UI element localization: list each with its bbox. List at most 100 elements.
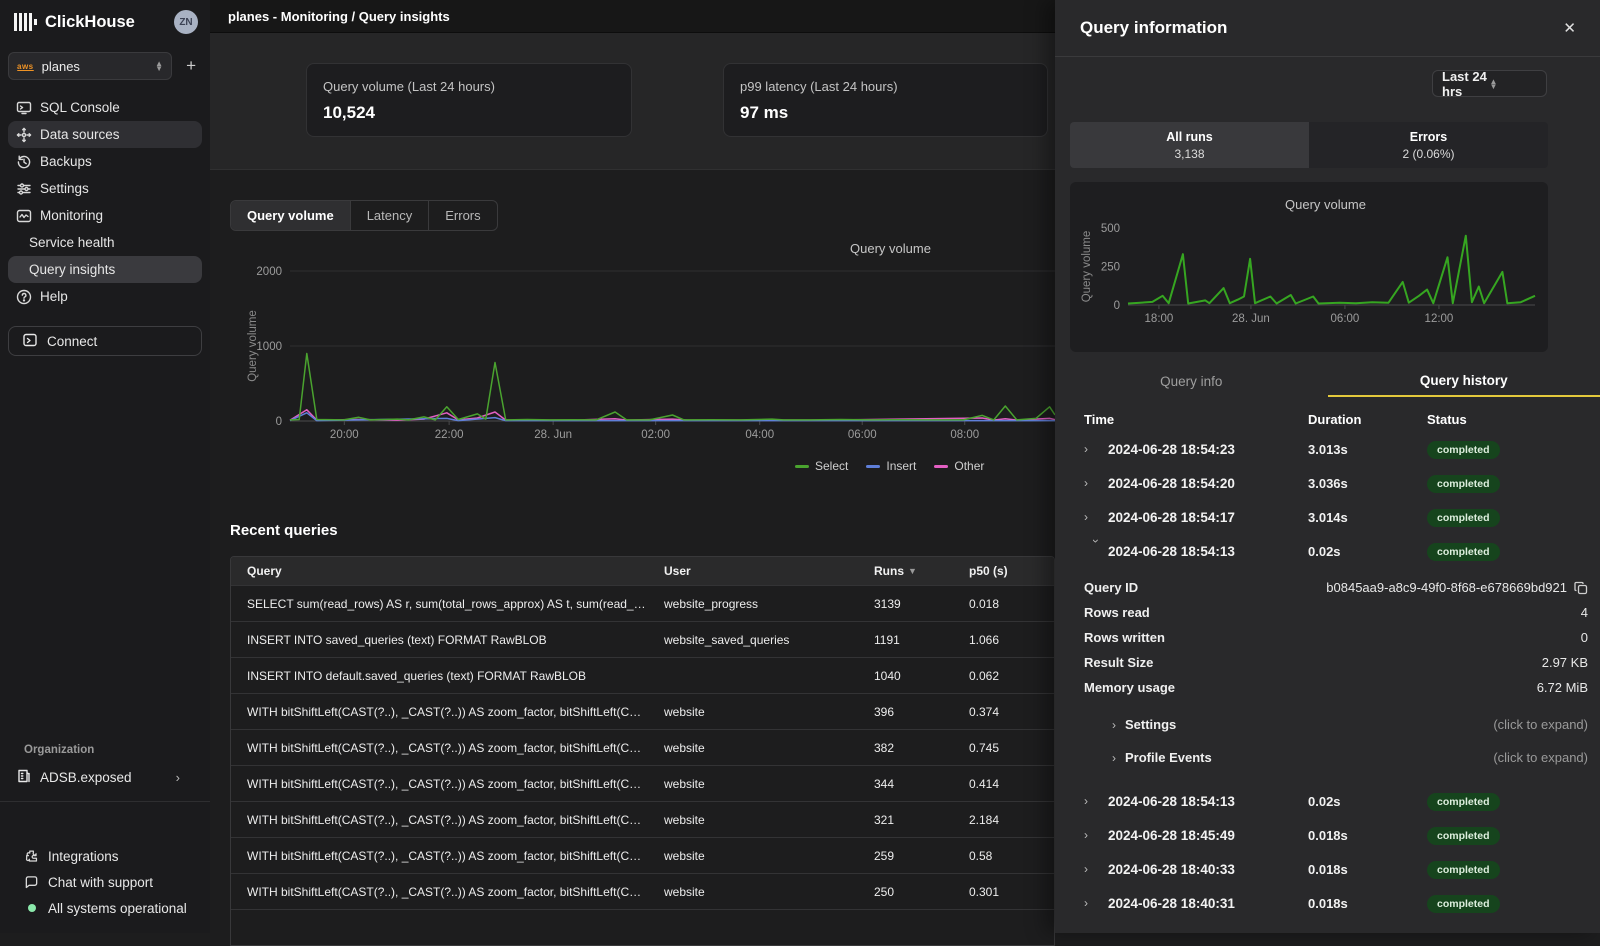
- sidebar: ClickHouse ZN aws planes ▲▼ + SQL Consol…: [0, 0, 210, 933]
- service-selector[interactable]: aws planes ▲▼: [8, 52, 172, 80]
- tab-errors[interactable]: Errors: [428, 201, 496, 230]
- tab-latency[interactable]: Latency: [350, 201, 429, 230]
- tab-query-info[interactable]: Query info: [1055, 366, 1328, 397]
- caret-down-icon[interactable]: ›: [1089, 539, 1103, 563]
- stat-label: Query volume (Last 24 hours): [323, 79, 615, 94]
- expander-settings[interactable]: ›Settings(click to expand): [1055, 708, 1600, 741]
- svg-text:12:00: 12:00: [1425, 313, 1454, 325]
- stat-label: p99 latency (Last 24 hours): [740, 79, 1031, 94]
- svg-text:06:00: 06:00: [1331, 313, 1360, 325]
- add-service-button[interactable]: +: [182, 56, 200, 76]
- connect-button[interactable]: Connect: [8, 326, 202, 356]
- footer-item-integrations[interactable]: Integrations: [0, 843, 210, 869]
- user-cell: website: [648, 885, 858, 899]
- recent-queries-table: QueryUserRuns▼p50 (s) SELECT sum(read_ro…: [230, 556, 1055, 946]
- runs-cell: 250: [858, 885, 953, 899]
- footer-item-all-systems-operational[interactable]: All systems operational: [0, 895, 210, 921]
- sidebar-item-service-health[interactable]: Service health: [8, 229, 202, 256]
- main-header: planes - Monitoring / Query insights: [210, 0, 1055, 33]
- query-cell: WITH bitShiftLeft(CAST(?..), _CAST(?..))…: [231, 741, 648, 755]
- history-duration: 0.018s: [1308, 828, 1427, 843]
- caret-right-icon[interactable]: ›: [1084, 828, 1108, 842]
- table-row[interactable]: SELECT sum(read_rows) AS r, sum(total_ro…: [231, 585, 1054, 621]
- sidebar-item-sql-console[interactable]: SQL Console: [8, 94, 202, 121]
- history-header: TimeDurationStatus: [1055, 412, 1600, 427]
- legend-swatch: [934, 465, 948, 468]
- table-row[interactable]: WITH bitShiftLeft(CAST(?..), _CAST(?..))…: [231, 801, 1054, 837]
- caret-right-icon[interactable]: ›: [1084, 510, 1108, 524]
- svg-text:Query volume: Query volume: [1081, 231, 1093, 303]
- detail-row-rows-written: Rows written0: [1055, 625, 1600, 650]
- history-row[interactable]: ›2024-06-28 18:54:130.02scompleted: [1055, 784, 1600, 818]
- history-row[interactable]: ›2024-06-28 18:54:203.036scompleted: [1055, 466, 1600, 500]
- sidebar-item-data-sources[interactable]: Data sources: [8, 121, 202, 148]
- avatar[interactable]: ZN: [174, 10, 198, 34]
- svg-text:28. Jun: 28. Jun: [534, 429, 572, 441]
- table-row[interactable]: [231, 909, 1054, 945]
- sidebar-item-backups[interactable]: Backups: [8, 148, 202, 175]
- close-icon[interactable]: ✕: [1559, 15, 1580, 41]
- table-row[interactable]: WITH bitShiftLeft(CAST(?..), _CAST(?..))…: [231, 693, 1054, 729]
- legend-item-insert[interactable]: Insert: [866, 459, 916, 473]
- table-row[interactable]: WITH bitShiftLeft(CAST(?..), _CAST(?..))…: [231, 837, 1054, 873]
- query-cell: WITH bitShiftLeft(CAST(?..), _CAST(?..))…: [231, 777, 648, 791]
- p50-cell: 0.301: [953, 885, 1054, 899]
- tab-query-volume[interactable]: Query volume: [231, 201, 350, 230]
- sidebar-item-help[interactable]: Help: [8, 283, 202, 310]
- caret-right-icon[interactable]: ›: [1084, 442, 1108, 456]
- segment-all-runs[interactable]: All runs3,138: [1070, 122, 1309, 168]
- caret-right-icon[interactable]: ›: [1084, 862, 1108, 876]
- sidebar-item-monitoring[interactable]: Monitoring: [8, 202, 202, 229]
- table-row[interactable]: INSERT INTO default.saved_queries (text)…: [231, 657, 1054, 693]
- caret-right-icon[interactable]: ›: [1084, 896, 1108, 910]
- status-badge: completed: [1427, 509, 1500, 527]
- caret-right-icon[interactable]: ›: [1084, 794, 1108, 808]
- tab-query-history[interactable]: Query history: [1328, 366, 1600, 397]
- history-row[interactable]: ›2024-06-28 18:54:130.02scompleted: [1055, 534, 1600, 568]
- footer-item-chat-with-support[interactable]: Chat with support: [0, 869, 210, 895]
- status-badge: completed: [1427, 475, 1500, 493]
- stat-value: 10,524: [323, 103, 615, 123]
- runs-cell: 259: [858, 849, 953, 863]
- column-header-runs[interactable]: Runs▼: [858, 564, 953, 578]
- history-row[interactable]: ›2024-06-28 18:40:330.018scompleted: [1055, 852, 1600, 886]
- legend-label: Select: [815, 459, 848, 473]
- recent-queries-title: Recent queries: [230, 522, 338, 539]
- history-row[interactable]: ›2024-06-28 18:54:173.014scompleted: [1055, 500, 1600, 534]
- detail-value: 2.97 KB: [1542, 655, 1588, 670]
- segment-label: All runs: [1166, 130, 1213, 144]
- query-cell: WITH bitShiftLeft(CAST(?..), _CAST(?..))…: [231, 849, 648, 863]
- svg-text:28. Jun: 28. Jun: [1232, 313, 1270, 325]
- table-row[interactable]: WITH bitShiftLeft(CAST(?..), _CAST(?..))…: [231, 729, 1054, 765]
- time-range-select[interactable]: Last 24 hrs ▲▼: [1432, 70, 1547, 97]
- segment-label: Errors: [1410, 130, 1448, 144]
- clickhouse-logo-icon: [14, 12, 37, 32]
- history-time: 2024-06-28 18:45:49: [1108, 828, 1308, 843]
- table-row[interactable]: WITH bitShiftLeft(CAST(?..), _CAST(?..))…: [231, 765, 1054, 801]
- legend-swatch: [795, 465, 809, 468]
- caret-right-icon: ›: [1112, 718, 1116, 732]
- history-row[interactable]: ›2024-06-28 18:40:310.018scompleted: [1055, 886, 1600, 920]
- user-cell: website: [648, 777, 858, 791]
- copy-icon[interactable]: [1574, 581, 1588, 595]
- history-time: 2024-06-28 18:54:17: [1108, 510, 1308, 525]
- history-row[interactable]: ›2024-06-28 18:54:233.013scompleted: [1055, 432, 1600, 466]
- sidebar-item-settings[interactable]: Settings: [8, 175, 202, 202]
- organization-item[interactable]: ADSB.exposed ›: [8, 764, 202, 791]
- panel-query-volume-chart[interactable]: Query volumeQuery volume025050018:0028. …: [1070, 182, 1548, 342]
- history-row[interactable]: ›2024-06-28 18:45:490.018scompleted: [1055, 818, 1600, 852]
- legend-item-select[interactable]: Select: [795, 459, 848, 473]
- status-badge: completed: [1427, 895, 1500, 913]
- query-volume-chart[interactable]: Query volumeQuery volume01000200020:0022…: [210, 240, 1055, 455]
- stats-band: Query volume (Last 24 hours) 10,524 p99 …: [210, 33, 1055, 170]
- expander-profile-events[interactable]: ›Profile Events(click to expand): [1055, 741, 1600, 774]
- caret-right-icon[interactable]: ›: [1084, 476, 1108, 490]
- query-cell: SELECT sum(read_rows) AS r, sum(total_ro…: [231, 597, 648, 611]
- runs-cell: 1040: [858, 669, 953, 683]
- detail-label: Query ID: [1084, 580, 1326, 595]
- segment-errors[interactable]: Errors2 (0.06%): [1309, 122, 1548, 168]
- legend-item-other[interactable]: Other: [934, 459, 984, 473]
- sidebar-item-query-insights[interactable]: Query insights: [8, 256, 202, 283]
- table-row[interactable]: INSERT INTO saved_queries (text) FORMAT …: [231, 621, 1054, 657]
- table-row[interactable]: WITH bitShiftLeft(CAST(?..), _CAST(?..))…: [231, 873, 1054, 909]
